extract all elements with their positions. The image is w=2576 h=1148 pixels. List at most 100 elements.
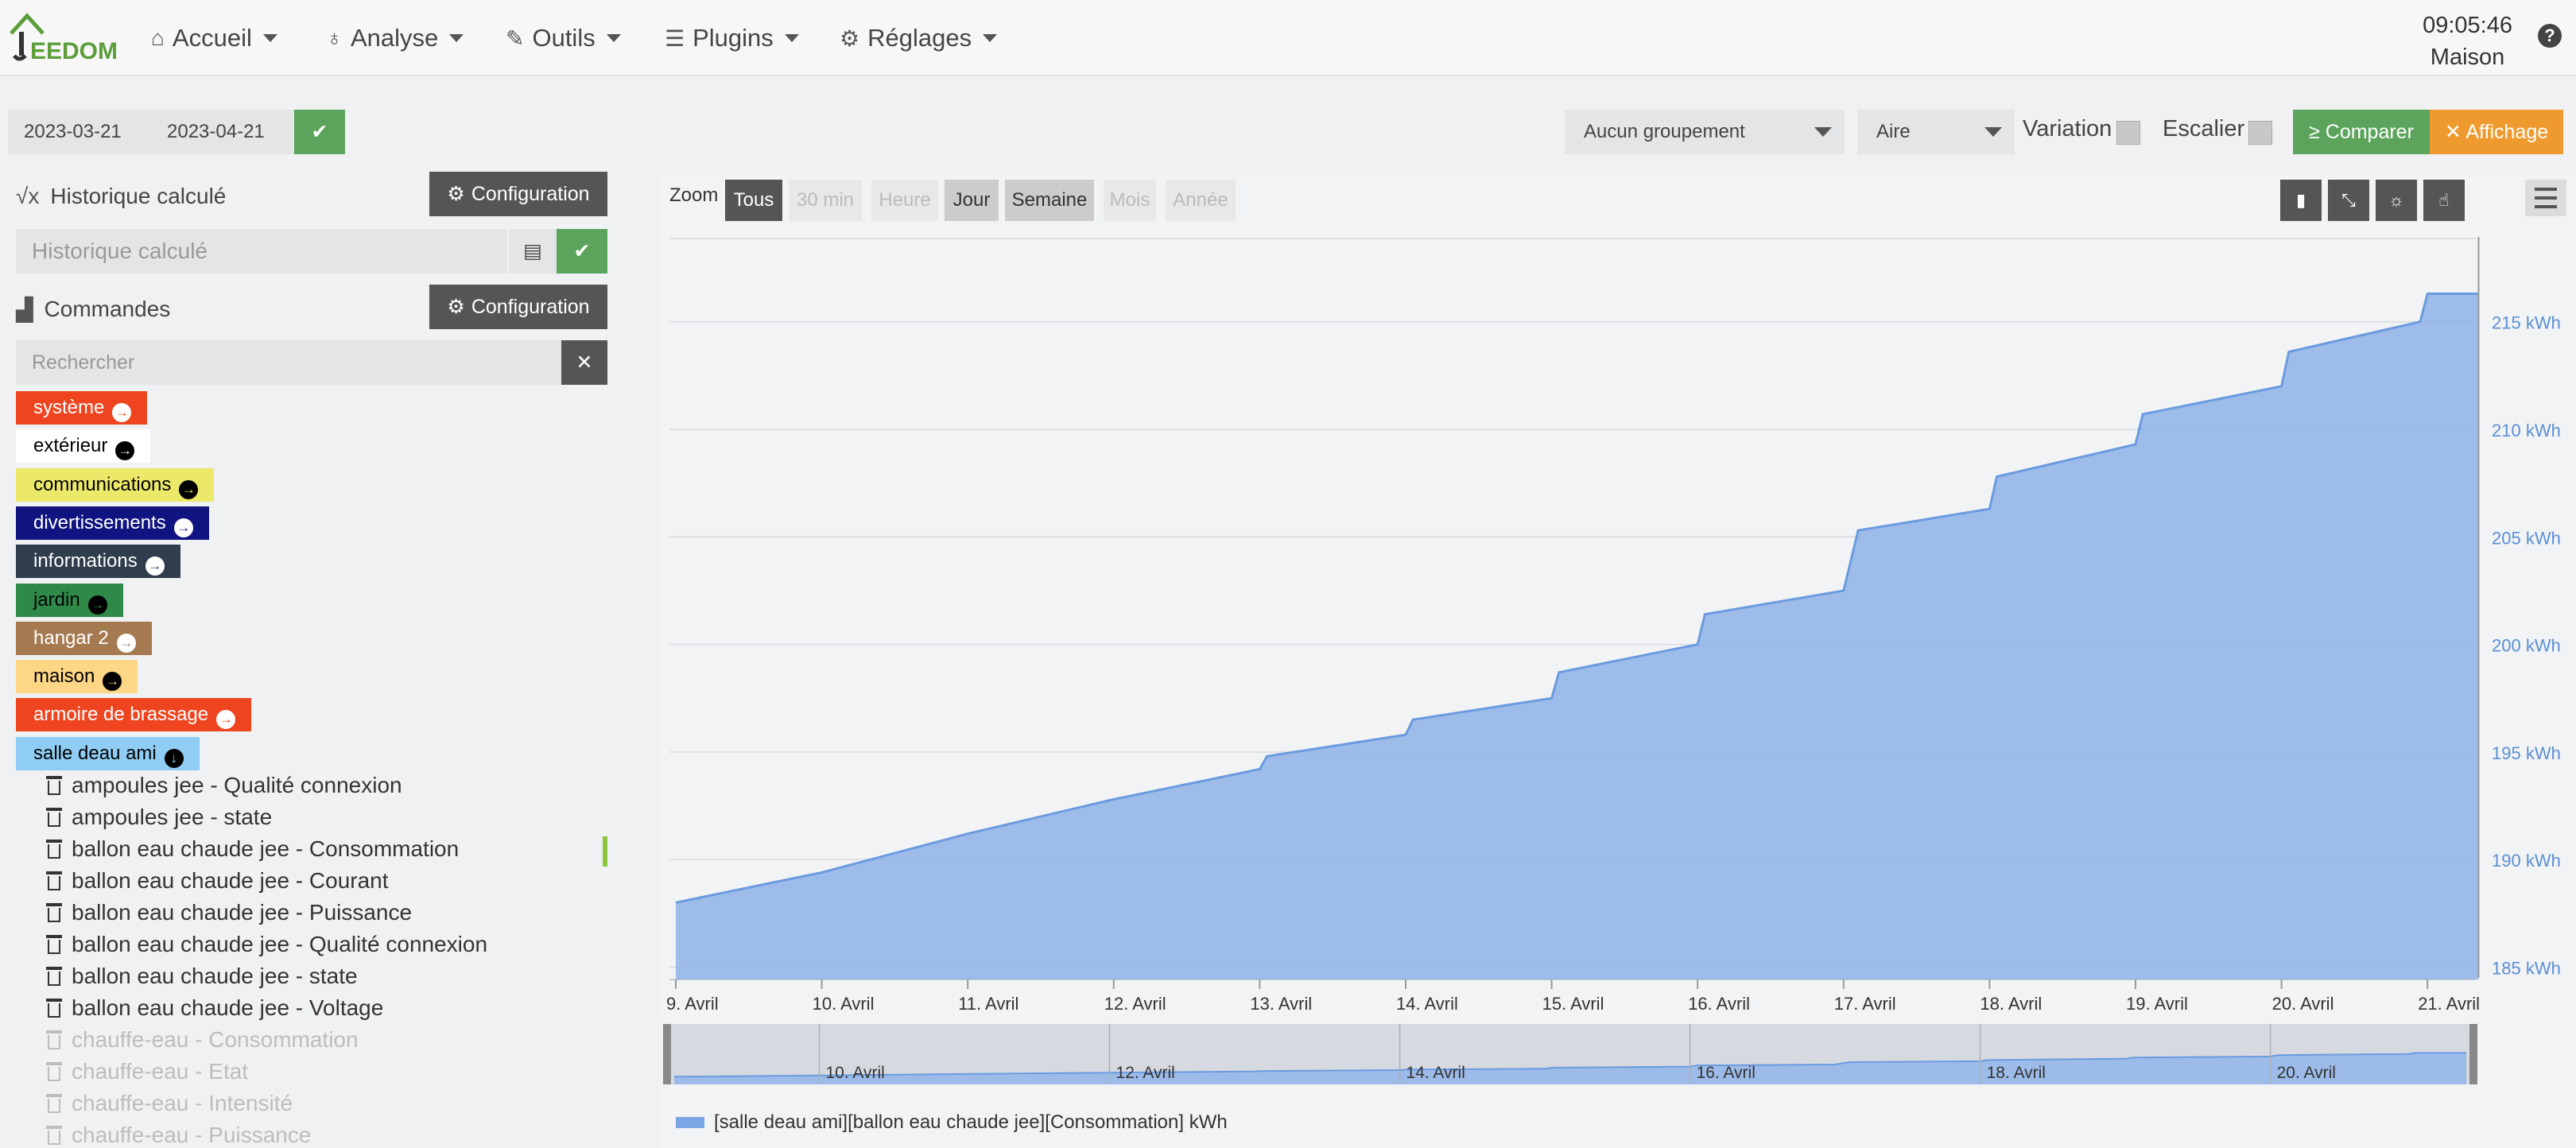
command-search-input[interactable]: Rechercher	[16, 340, 561, 385]
trash-icon[interactable]	[46, 903, 62, 922]
jeedom-logo[interactable]: EEDOM	[8, 6, 119, 64]
object-tag[interactable]: maison →	[16, 660, 138, 694]
x-tick-label: 9. Avril	[666, 994, 719, 1014]
chevron-down-icon	[983, 34, 998, 42]
caret-down-icon	[1814, 127, 1832, 137]
chart-type-select[interactable]: Aire	[1857, 110, 2015, 154]
trash-icon[interactable]	[46, 840, 62, 859]
check-icon: ✔	[573, 240, 591, 262]
question-circle-icon[interactable]: ?	[2538, 24, 2562, 48]
zoom-button[interactable]: Année	[1166, 180, 1236, 221]
trash-icon[interactable]	[46, 871, 62, 890]
object-tag-label: jardin	[33, 588, 80, 611]
command-item[interactable]: chauffe-eau - Puissance	[46, 1123, 311, 1148]
pointer-button[interactable]: ☝	[2423, 180, 2465, 221]
object-tag-label: extérieur	[33, 435, 108, 457]
object-tag[interactable]: informations →	[16, 545, 180, 579]
compare-button[interactable]: ≥ Comparer	[2293, 110, 2430, 154]
commands-configuration-button[interactable]: ⚙ Configuration	[429, 285, 607, 329]
navigator-right-handle[interactable]	[2469, 1024, 2477, 1084]
trash-icon[interactable]	[46, 1062, 62, 1081]
compress-button[interactable]: ⤡	[2328, 180, 2369, 221]
columns-icon: ▮	[2295, 190, 2306, 210]
x-tick-label: 18. Avril	[1980, 994, 2042, 1014]
chevron-down-icon	[606, 34, 621, 42]
zoom-button[interactable]: Heure	[871, 180, 938, 221]
trash-icon[interactable]	[46, 1126, 62, 1145]
navigator-tick-label: 16. Avril	[1697, 1064, 1755, 1082]
nav-plugins[interactable]: ☰ Plugins	[665, 21, 799, 56]
navigator-tick-label: 18. Avril	[1987, 1064, 2046, 1082]
start-date-input[interactable]: 2023-03-21	[8, 110, 151, 154]
settings-button[interactable]: ☼	[2376, 180, 2417, 221]
command-item[interactable]: chauffe-eau - Consommation	[46, 1027, 359, 1053]
command-item[interactable]: ampoules jee - Qualité connexion	[46, 773, 402, 798]
chevron-down-icon	[449, 34, 464, 42]
command-label: chauffe-eau - Puissance	[72, 1123, 312, 1147]
zoom-button[interactable]: Semaine	[1005, 180, 1094, 221]
calc-history-title: √x Historique calculé	[16, 180, 226, 213]
trash-icon[interactable]	[46, 1030, 62, 1049]
command-item[interactable]: ballon eau chaude jee - Voltage	[46, 995, 383, 1021]
calc-list-button[interactable]: ▤	[509, 229, 557, 273]
command-item[interactable]: ballon eau chaude jee - Qualité connexio…	[46, 932, 487, 957]
trash-icon[interactable]	[46, 808, 62, 827]
grouping-select[interactable]: Aucun groupement	[1565, 110, 1845, 154]
object-tag[interactable]: extérieur →	[16, 429, 151, 463]
object-tag[interactable]: communications →	[16, 467, 215, 502]
zoom-button[interactable]: Tous	[725, 180, 782, 221]
calc-apply-button[interactable]: ✔	[557, 229, 607, 273]
object-tag[interactable]: divertissements →	[16, 506, 209, 540]
clear-search-button[interactable]: ✕	[561, 340, 607, 385]
affichage-button[interactable]: ✕ Affichage	[2430, 110, 2563, 154]
square-root-icon: √x	[16, 184, 40, 208]
object-tag[interactable]: hangar 2 →	[16, 621, 152, 655]
trash-icon[interactable]	[46, 1094, 62, 1113]
trash-icon[interactable]	[46, 999, 62, 1018]
nav-accueil[interactable]: ⌂ Accueil	[151, 21, 277, 56]
object-tag[interactable]: salle deau ami ↓	[16, 736, 200, 770]
calc-configuration-button[interactable]: ⚙ Configuration	[429, 172, 607, 216]
hamburger-line	[2535, 196, 2557, 200]
nav-reglages[interactable]: ⚙ Réglages	[840, 21, 998, 56]
trash-icon[interactable]	[46, 935, 62, 954]
escalier-checkbox[interactable]	[2248, 121, 2272, 145]
columns-toggle-button[interactable]: ▮	[2280, 180, 2322, 221]
zoom-label: Zoom	[669, 184, 719, 206]
nav-analyse[interactable]: ♁ Analyse	[326, 21, 464, 56]
command-label: chauffe-eau - Consommation	[72, 1027, 359, 1052]
command-item[interactable]: ballon eau chaude jee - Consommation	[46, 836, 459, 862]
arrow-circle-right-icon: →	[179, 479, 199, 499]
command-item[interactable]: chauffe-eau - Intensité	[46, 1091, 293, 1116]
command-label: ballon eau chaude jee - Qualité connexio…	[72, 932, 488, 956]
object-tag-label: maison	[33, 665, 95, 688]
zoom-button[interactable]: Jour	[945, 180, 999, 221]
apply-dates-button[interactable]: ✔	[294, 110, 345, 154]
command-item[interactable]: chauffe-eau - Etat	[46, 1059, 248, 1084]
chart-menu-button[interactable]	[2525, 180, 2566, 216]
y-tick-label: 210 kWh	[2492, 421, 2561, 440]
variation-checkbox[interactable]	[2116, 121, 2140, 145]
command-label: ampoules jee - Qualité connexion	[72, 773, 402, 797]
object-tag[interactable]: système →	[16, 391, 148, 425]
command-item[interactable]: ballon eau chaude jee - state	[46, 964, 358, 989]
zoom-button[interactable]: 30 min	[789, 180, 862, 221]
command-item[interactable]: ampoules jee - state	[46, 805, 272, 830]
calc-history-input[interactable]: Historique calculé	[16, 229, 507, 273]
chart-legend[interactable]: [salle deau ami][ballon eau chaude jee][…	[676, 1111, 1228, 1134]
nav-outils[interactable]: ✎ Outils	[506, 21, 621, 56]
arrow-circle-right-icon: →	[103, 672, 122, 692]
navigator-left-handle[interactable]	[663, 1024, 671, 1084]
hamburger-line	[2535, 205, 2557, 208]
zoom-button[interactable]: Mois	[1104, 180, 1156, 221]
object-tag[interactable]: armoire de brassage →	[16, 698, 252, 732]
end-date-input[interactable]: 2023-04-21	[151, 110, 294, 154]
trash-icon[interactable]	[46, 967, 62, 986]
object-tag[interactable]: jardin →	[16, 583, 123, 617]
arrow-circle-down-icon: ↓	[164, 748, 184, 768]
history-chart[interactable]: 185 kWh 190 kWh 195 kWh 200 kWh 205 kWh 210 k…	[660, 231, 2576, 1097]
x-tick-label: 20. Avril	[2272, 994, 2334, 1014]
command-item[interactable]: ballon eau chaude jee - Puissance	[46, 900, 412, 925]
trash-icon[interactable]	[46, 776, 62, 795]
command-item[interactable]: ballon eau chaude jee - Courant	[46, 868, 389, 894]
